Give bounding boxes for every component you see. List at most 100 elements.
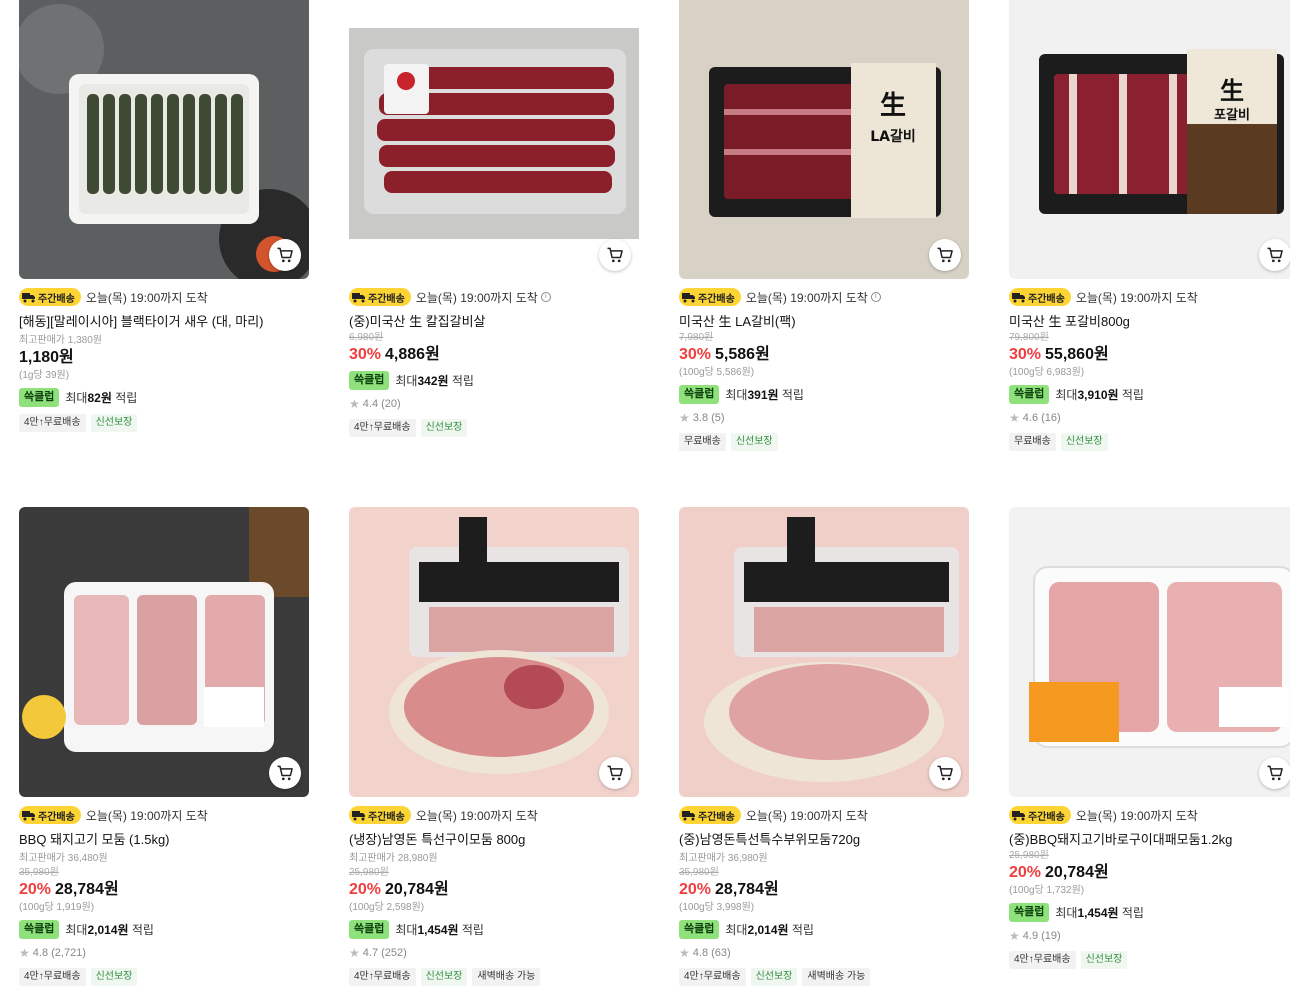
reward-prefix: 최대 xyxy=(395,922,418,937)
discount-rate: 20% xyxy=(349,881,382,898)
product-name[interactable]: (중)미국산 生 칼집갈비살 xyxy=(349,314,639,330)
delivery-time: 오늘(목) 19:00까지 도착 xyxy=(85,808,208,823)
rating[interactable]: ★ 4.8 (2,721) xyxy=(19,945,309,961)
rating[interactable]: ★ 4.8 (63) xyxy=(679,945,969,961)
star-icon: ★ xyxy=(1009,929,1020,943)
truck-icon xyxy=(682,293,695,303)
cart-icon xyxy=(277,247,293,263)
star-icon: ★ xyxy=(679,946,690,960)
rating[interactable]: ★ 4.6 (16) xyxy=(1009,410,1290,426)
free-shipping-tag: 4만↑무료배송 xyxy=(1009,951,1076,969)
price-row: 20% 20,784원 xyxy=(1009,863,1290,883)
add-to-cart-button[interactable] xyxy=(929,239,961,271)
product-image[interactable]: 生 LA갈비 xyxy=(679,0,969,279)
discount-rate: 30% xyxy=(1009,346,1042,363)
unit-price: (100g당 1,919원) xyxy=(19,902,95,913)
product-image[interactable] xyxy=(1009,507,1290,797)
svg-text:포갈비: 포갈비 xyxy=(1214,108,1250,123)
product-name[interactable]: (냉장)남영돈 특선구이모둠 800g xyxy=(349,832,639,848)
product-card[interactable]: 주간배송 오늘(목) 19:00까지 도착 [해동][말레이시아] 블랙타이거 … xyxy=(19,0,309,432)
rating[interactable]: ★ 4.4 (20) xyxy=(349,396,639,412)
original-price: 35,980원 xyxy=(679,867,719,878)
product-image[interactable] xyxy=(349,0,639,279)
product-name[interactable]: (중)남영돈특선특수부위모둠720g xyxy=(679,832,969,848)
rating[interactable]: ★ 3.8 (5) xyxy=(679,410,969,426)
add-to-cart-button[interactable] xyxy=(599,757,631,789)
product-card[interactable]: 生 LA갈비 주간배송 오늘(목) 19:00까지 도착 i 미국산 生 LA갈… xyxy=(679,0,969,451)
la-galbi-image: 生 LA갈비 xyxy=(679,0,969,279)
product-card[interactable]: 生 포갈비 주간배송 오늘(목) 19:00까지 도착 미국산 生 포갈비800… xyxy=(1009,0,1290,451)
reward-prefix: 최대 xyxy=(725,922,748,937)
delivery-info: 주간배송 오늘(목) 19:00까지 도착 xyxy=(19,288,309,306)
product-name[interactable]: [해동][말레이시아] 블랙타이거 새우 (대, 마리) xyxy=(19,314,309,330)
rating[interactable]: ★ 4.9 (19) xyxy=(1009,928,1290,944)
product-image[interactable] xyxy=(679,507,969,797)
delivery-time: 오늘(목) 19:00까지 도착 xyxy=(1075,290,1198,305)
price-row: 30% 4,886원 xyxy=(349,345,639,365)
product-name[interactable]: 미국산 生 포갈비800g xyxy=(1009,314,1290,330)
star-icon: ★ xyxy=(349,946,360,960)
product-image[interactable]: 生 포갈비 xyxy=(1009,0,1290,279)
reference-price: 최고판매가 36,980원 xyxy=(679,853,768,864)
star-icon: ★ xyxy=(349,397,360,411)
ssg-club-badge: 쓱클럽 xyxy=(679,919,720,939)
rating-value: 4.8 (63) xyxy=(692,947,731,959)
price-row: 30% 5,586원 xyxy=(679,345,969,365)
weekly-delivery-badge: 주간배송 xyxy=(19,288,81,306)
product-card[interactable]: 주간배송 오늘(목) 19:00까지 도착 BBQ 돼지고기 모둠 (1.5kg… xyxy=(19,507,309,986)
unit-price: (100g당 3,998원) xyxy=(679,902,755,913)
add-to-cart-button[interactable] xyxy=(1259,239,1290,271)
rating-value: 3.8 (5) xyxy=(692,412,725,424)
add-to-cart-button[interactable] xyxy=(1259,757,1290,789)
pork-bbq-image xyxy=(19,507,309,797)
product-image[interactable] xyxy=(19,507,309,797)
add-to-cart-button[interactable] xyxy=(929,757,961,789)
product-image[interactable] xyxy=(19,0,309,279)
product-name[interactable]: BBQ 돼지고기 모둠 (1.5kg) xyxy=(19,832,309,848)
weekly-delivery-badge: 주간배송 xyxy=(1009,288,1071,306)
sale-price: 28,784원 xyxy=(715,881,779,898)
free-shipping-tag: 무료배송 xyxy=(679,433,726,451)
product-card[interactable]: 주간배송 오늘(목) 19:00까지 도착 i (중)미국산 生 칼집갈비살 6… xyxy=(349,0,639,437)
add-to-cart-button[interactable] xyxy=(599,239,631,271)
reward-amount: 391원 xyxy=(747,387,779,402)
add-to-cart-button[interactable] xyxy=(269,239,301,271)
product-tags: 4만↑무료배송 신선보장 xyxy=(19,968,309,986)
ssg-club-badge: 쓱클럽 xyxy=(19,387,60,407)
reward-row: 쓱클럽 최대 82원 적립 xyxy=(19,387,309,407)
rating-value: 4.6 (16) xyxy=(1022,412,1061,424)
price-row: 20% 20,784원 xyxy=(349,880,639,900)
info-icon[interactable]: i xyxy=(540,292,551,302)
original-price: 25,980원 xyxy=(349,867,389,878)
delivery-time: 오늘(목) 19:00까지 도착 xyxy=(415,290,538,305)
delivery-info: 주간배송 오늘(목) 19:00까지 도착 i xyxy=(679,288,969,306)
discount-rate: 20% xyxy=(1009,864,1042,881)
ssg-club-badge: 쓱클럽 xyxy=(1009,384,1050,404)
delivery-info: 주간배송 오늘(목) 19:00까지 도착 i xyxy=(349,288,639,306)
reward-row: 쓱클럽 최대 1,454원 적립 xyxy=(349,919,639,939)
product-image[interactable] xyxy=(349,507,639,797)
reference-price: 최고판매가 28,980원 xyxy=(349,853,438,864)
truck-icon xyxy=(352,811,365,821)
reward-suffix: 적립 xyxy=(461,922,484,937)
add-to-cart-button[interactable] xyxy=(269,757,301,789)
star-icon: ★ xyxy=(19,946,30,960)
product-name[interactable]: (중)BBQ돼지고기바로구이대패모둠1.2kg xyxy=(1009,832,1290,848)
cart-icon xyxy=(277,765,293,781)
delivery-info: 주간배송 오늘(목) 19:00까지 도착 xyxy=(1009,806,1290,824)
sale-price: 28,784원 xyxy=(55,881,119,898)
reward-row: 쓱클럽 최대 2,014원 적립 xyxy=(19,919,309,939)
reward-prefix: 최대 xyxy=(725,387,748,402)
info-icon[interactable]: i xyxy=(870,292,881,302)
reward-row: 쓱클럽 최대 342원 적립 xyxy=(349,370,639,390)
product-card[interactable]: 주간배송 오늘(목) 19:00까지 도착 (중)남영돈특선특수부위모둠720g… xyxy=(679,507,969,986)
original-price: 6,980원 xyxy=(349,332,384,343)
product-card[interactable]: 주간배송 오늘(목) 19:00까지 도착 (냉장)남영돈 특선구이모둠 800… xyxy=(349,507,639,986)
product-tags: 4만↑무료배송 신선보장 xyxy=(1009,951,1290,969)
price-row: 1,180원 xyxy=(19,348,309,368)
product-name[interactable]: 미국산 生 LA갈비(팩) xyxy=(679,314,969,330)
rating[interactable]: ★ 4.7 (252) xyxy=(349,945,639,961)
daepae-pork-image xyxy=(1009,507,1290,797)
product-card[interactable]: 주간배송 오늘(목) 19:00까지 도착 (중)BBQ돼지고기바로구이대패모둠… xyxy=(1009,507,1290,969)
dawn-delivery-tag: 새벽배송 가능 xyxy=(802,968,871,986)
